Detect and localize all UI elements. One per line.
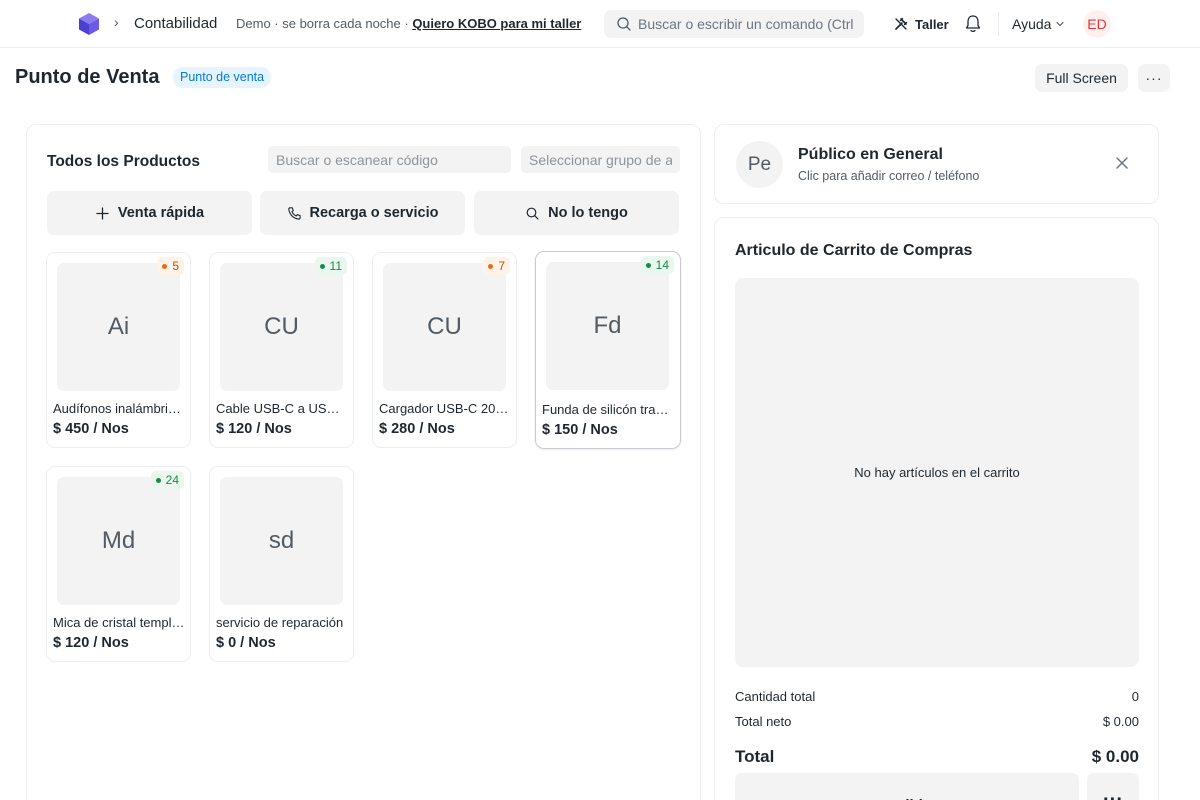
product-card[interactable]: CU 11 Cable USB-C a USB-C $ 120 / Nos — [209, 252, 354, 448]
net-total-value: $ 0.00 — [1102, 714, 1139, 729]
page-title: Punto de Venta — [15, 66, 160, 88]
recharge-service-button[interactable]: Recarga o servicio — [260, 191, 465, 235]
stock-count: 14 — [655, 258, 669, 272]
stock-badge: 5 — [157, 257, 184, 275]
product-card[interactable]: CU 7 Cargador USB-C 20 W $ 280 / Nos — [372, 252, 517, 448]
help-dropdown[interactable]: Ayuda — [1012, 16, 1065, 32]
stock-dot-icon — [488, 263, 494, 269]
product-thumbnail: Ai — [57, 263, 180, 391]
product-price: $ 120 / Nos — [216, 421, 292, 437]
breadcrumb-chevron-icon: › — [114, 14, 119, 30]
product-card[interactable]: Md 24 Mica de cristal templado $ 120 / N… — [46, 466, 191, 662]
product-card[interactable]: Ai 5 Audífonos inalámbricos $ 450 / Nos — [46, 252, 191, 448]
order-button[interactable]: Pedido — [735, 773, 1079, 800]
total-quantity-value: 0 — [1131, 689, 1139, 704]
not-in-stock-button[interactable]: No lo tengo — [474, 191, 679, 235]
demo-notice: Demo · se borra cada noche · Quiero KOBO… — [236, 16, 581, 31]
command-search-input[interactable] — [638, 14, 858, 34]
recharge-service-label: Recarga o servicio — [309, 205, 439, 221]
product-price: $ 280 / Nos — [379, 421, 455, 437]
stock-count: 5 — [172, 259, 179, 273]
stock-dot-icon — [319, 263, 325, 269]
stock-count: 24 — [165, 473, 179, 487]
demo-text: Demo · se borra cada noche · — [236, 16, 413, 31]
grand-total-value: $ 0.00 — [1091, 747, 1139, 766]
stock-badge: 11 — [314, 257, 347, 275]
stock-count: 11 — [329, 259, 342, 273]
cart-empty-state: No hay artículos en el carrito — [735, 278, 1139, 667]
plus-icon — [96, 206, 109, 220]
product-price: $ 120 / Nos — [53, 635, 129, 651]
net-total-label: Total neto — [735, 714, 792, 729]
net-total-row: Total neto $ 0.00 — [735, 714, 1139, 729]
quick-sale-button[interactable]: Venta rápida — [47, 191, 252, 235]
customer-name: Público en General — [798, 146, 943, 163]
product-price: $ 0 / Nos — [216, 635, 276, 651]
total-quantity-label: Cantidad total — [735, 689, 816, 704]
breadcrumb-contabilidad[interactable]: Contabilidad — [134, 15, 217, 32]
chevron-down-icon — [1056, 21, 1065, 27]
app-logo-icon[interactable] — [78, 12, 100, 36]
order-more-button[interactable]: ··· — [1087, 773, 1139, 800]
item-group-select[interactable] — [521, 146, 680, 173]
top-navbar: › Contabilidad Demo · se borra cada noch… — [0, 0, 1200, 48]
product-name: Cargador USB-C 20 W — [379, 401, 511, 416]
product-name: Cable USB-C a USB-C — [216, 401, 348, 416]
product-name: Audífonos inalámbricos — [53, 401, 185, 416]
product-name: Mica de cristal templado — [53, 615, 185, 630]
search-icon — [526, 207, 539, 220]
customer-avatar: Pe — [736, 141, 783, 188]
grand-total-row: Total $ 0.00 — [735, 747, 1139, 767]
product-thumbnail: Fd — [546, 262, 669, 390]
page-status-badge: Punto de venta — [173, 67, 272, 88]
full-screen-button[interactable]: Full Screen — [1035, 64, 1128, 92]
tools-icon — [895, 17, 908, 30]
cart-title: Articulo de Carrito de Compras — [735, 242, 973, 259]
product-search-input[interactable] — [268, 146, 511, 173]
stock-badge: 14 — [640, 256, 674, 274]
stock-badge: 24 — [150, 471, 184, 489]
products-panel: Todos los Productos Venta rápida Recarga… — [26, 124, 701, 800]
close-icon[interactable] — [1115, 156, 1129, 170]
stock-badge: 7 — [483, 257, 510, 275]
workspace-switcher[interactable]: Taller — [893, 14, 949, 34]
workspace-label: Taller — [915, 16, 949, 32]
product-thumbnail: CU — [383, 263, 506, 391]
navbar-divider — [998, 12, 999, 36]
products-title: Todos los Productos — [47, 153, 200, 170]
grand-total-label: Total — [735, 747, 775, 766]
stock-dot-icon — [155, 477, 161, 483]
product-card[interactable]: sd servicio de reparación $ 0 / Nos — [209, 466, 354, 662]
product-name: Funda de silicón transparente — [542, 402, 674, 417]
quick-sale-label: Venta rápida — [117, 205, 205, 221]
page-more-button[interactable]: ··· — [1138, 64, 1170, 92]
product-card[interactable]: Fd 14 Funda de silicón transparente $ 15… — [535, 251, 681, 449]
product-thumbnail: sd — [220, 477, 343, 605]
stock-count: 7 — [498, 259, 505, 273]
product-thumbnail: CU — [220, 263, 343, 391]
command-search[interactable] — [604, 10, 864, 38]
help-label: Ayuda — [1012, 16, 1052, 32]
stock-dot-icon — [645, 262, 651, 268]
not-in-stock-label: No lo tengo — [548, 205, 628, 221]
customer-panel[interactable]: Pe Público en General Clic para añadir c… — [714, 124, 1159, 204]
user-avatar[interactable]: ED — [1083, 10, 1111, 38]
stock-dot-icon — [162, 263, 168, 269]
customer-contact-hint: Clic para añadir correo / teléfono — [798, 169, 980, 183]
product-price: $ 450 / Nos — [53, 421, 129, 437]
product-thumbnail: Md — [57, 477, 180, 605]
total-quantity-row: Cantidad total 0 — [735, 689, 1139, 704]
cart-panel: Articulo de Carrito de Compras No hay ar… — [714, 217, 1159, 800]
product-price: $ 150 / Nos — [542, 422, 618, 438]
demo-cta-link[interactable]: Quiero KOBO para mi taller — [412, 16, 581, 31]
notifications-bell-icon[interactable] — [964, 14, 982, 34]
search-icon — [617, 17, 631, 31]
product-name: servicio de reparación — [216, 615, 344, 630]
phone-icon — [287, 206, 301, 220]
